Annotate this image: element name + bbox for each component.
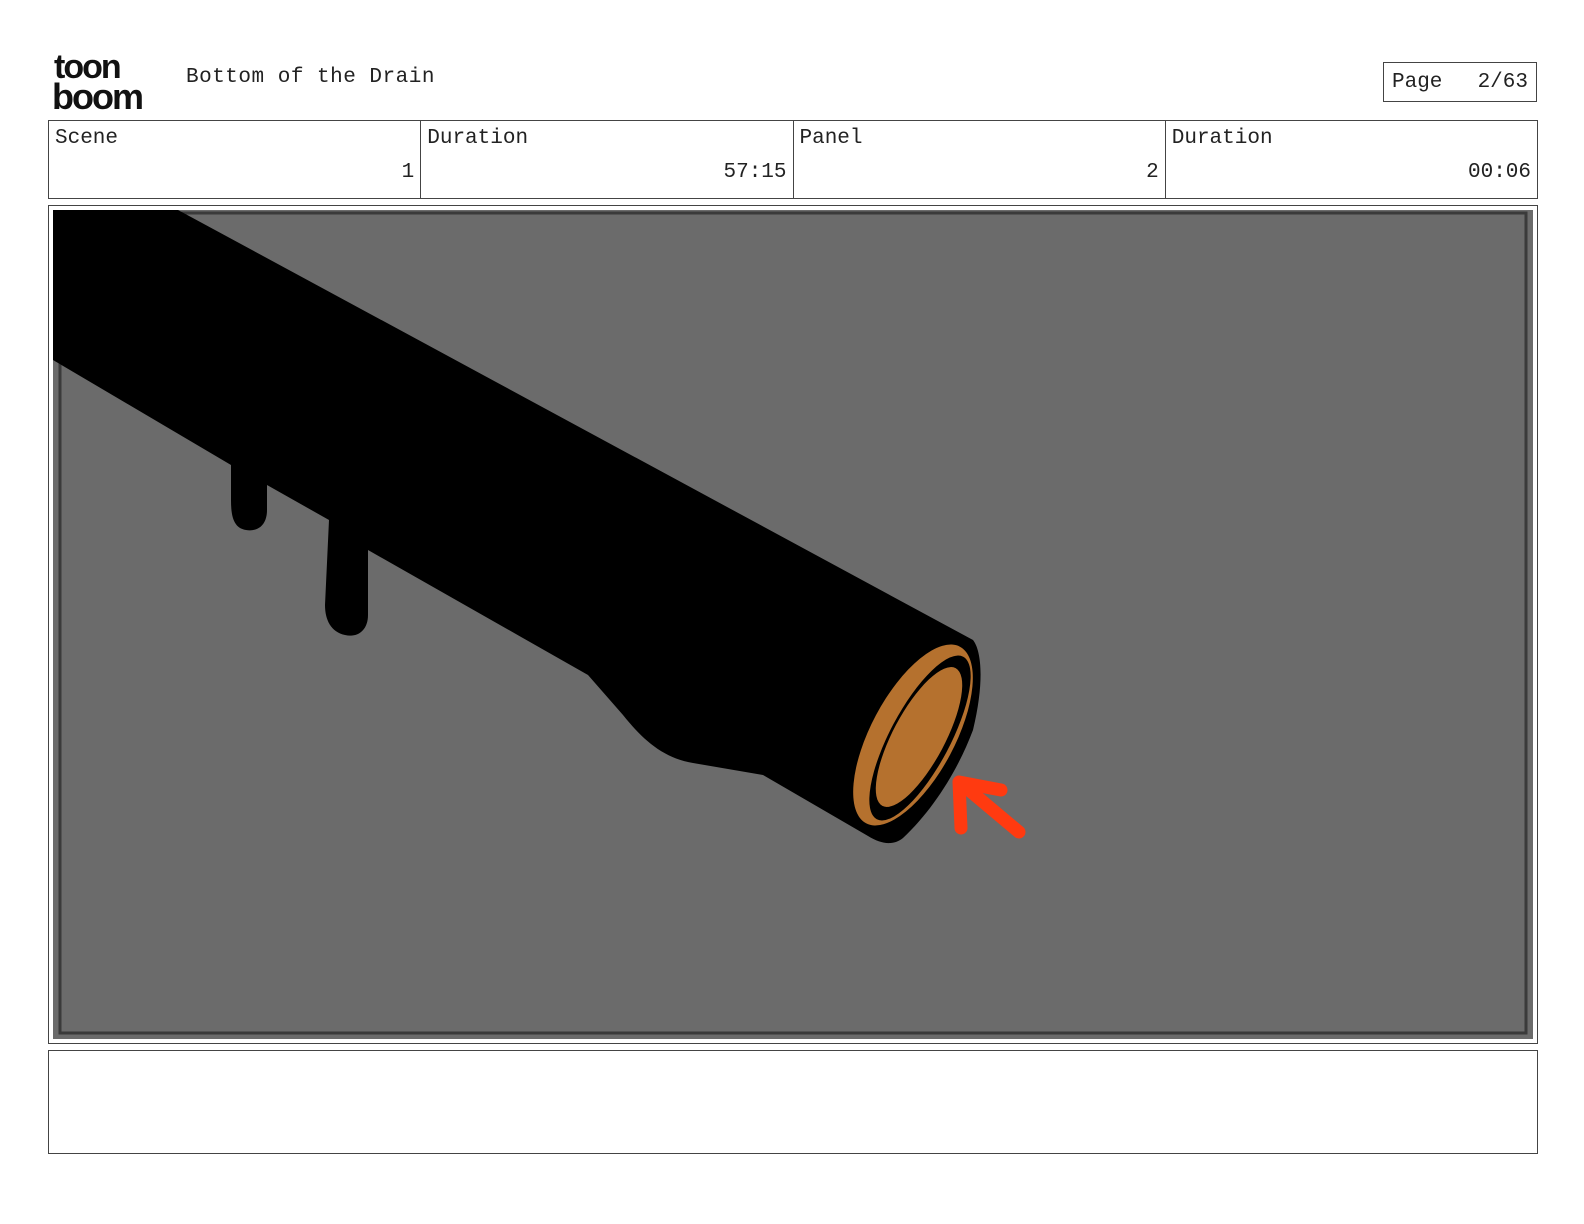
page-label: Page [1392,70,1443,94]
panel-duration-cell: Duration 00:06 [1166,121,1537,198]
storyboard-panel [48,205,1538,1044]
panel-label: Panel [799,127,863,150]
scene-duration-cell: Duration 57:15 [421,121,794,198]
page-number: 2/63 [1477,70,1528,94]
panel-notes[interactable] [48,1050,1538,1154]
panel-duration-value: 00:06 [1467,161,1531,184]
scene-duration-value: 57:15 [723,161,787,184]
document-title: Bottom of the Drain [186,66,435,89]
toon-boom-logo: toon boom [52,50,144,112]
scene-cell: Scene 1 [49,121,422,198]
scene-duration-label: Duration [427,127,529,150]
page-indicator: Page 2/63 [1383,62,1537,102]
scene-label: Scene [55,127,119,150]
panel-drawing [53,210,1533,1039]
panel-duration-label: Duration [1171,127,1273,150]
panel-cell: Panel 2 [794,121,1166,198]
panel-value: 2 [1146,161,1159,184]
panel-info-row: Scene 1 Duration 57:15 Panel 2 Duration … [48,120,1538,199]
logo-text-bottom: boom [52,76,142,112]
scene-value: 1 [401,161,415,184]
